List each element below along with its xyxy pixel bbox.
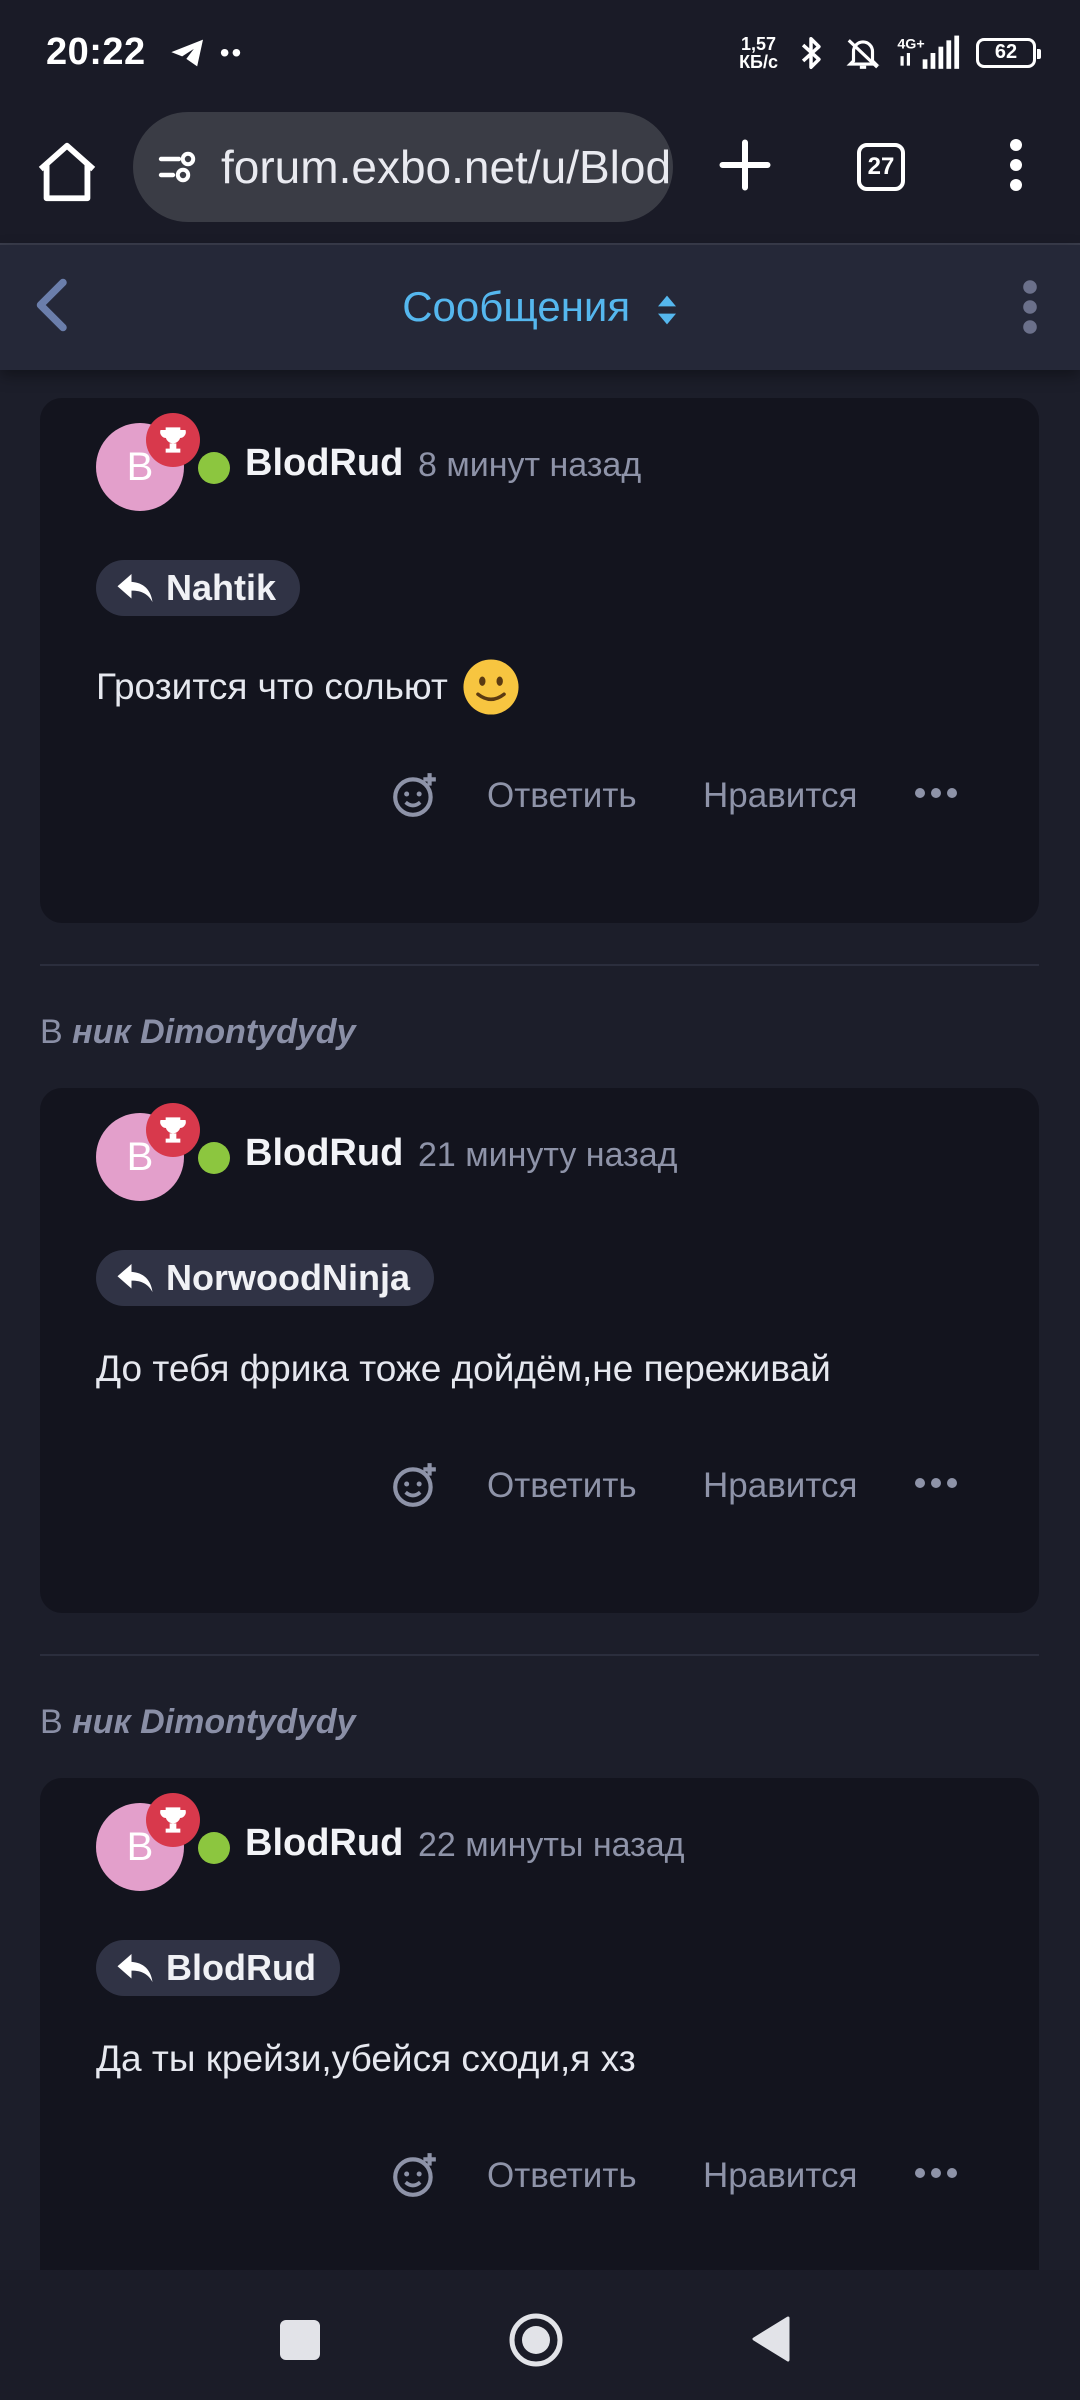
context-prefix: В [40,1013,63,1051]
signal-icon: 4G+ [897,35,960,69]
home-circle-icon[interactable] [508,2312,564,2368]
post-divider [40,1654,1039,1656]
tab-count: 27 [867,153,895,180]
network-speed-value: 1,57 [741,33,777,54]
address-bar[interactable]: forum.exbo.net/u/BlodRud [133,112,673,222]
tab-switcher-button[interactable]: 27 [857,143,905,191]
status-bar: 20:22 •• 1,57 КБ/с 4G+ 62 [0,0,1080,105]
browser-menu-icon[interactable] [996,135,1036,195]
post-divider [40,964,1039,966]
reply-mention[interactable]: Nahtik [96,560,301,616]
trophy-icon [160,1807,186,1833]
trophy-icon [160,427,186,453]
more-options-icon[interactable] [912,782,960,804]
system-navigation-bar [0,2270,1080,2400]
reply-mention[interactable]: BlodRud [96,1940,340,1996]
post-text: Грозится что сольют [96,666,448,707]
forum-header: Сообщения [0,245,1080,370]
reply-mention[interactable]: NorwoodNinja [96,1250,434,1306]
network-type: 4G+ [897,36,924,52]
post-card: B BlodRud 8 минут назад Nahtik Грозится … [40,398,1039,923]
notification-dots: •• [219,36,244,68]
reply-mention-name: NorwoodNinja [166,1257,410,1298]
home-icon[interactable] [32,137,102,207]
discussion-title[interactable]: ник Dimontydydy [72,1013,355,1051]
reply-arrow-icon [117,574,153,602]
post-actions: Ответить Нравится [40,770,1039,830]
trophy-icon [160,1117,186,1143]
reply-button[interactable]: Ответить [487,776,637,816]
network-speed-unit: КБ/с [739,51,778,72]
reply-arrow-icon [117,1954,153,1982]
discussion-context[interactable]: В ник Dimontydydy [40,1013,355,1052]
reply-button[interactable]: Ответить [487,1466,637,1506]
reply-button[interactable]: Ответить [487,2156,637,2196]
like-button[interactable]: Нравится [703,776,857,816]
post-time[interactable]: 21 минуту назад [418,1136,677,1175]
reply-arrow-icon [117,1264,153,1292]
post-time[interactable]: 22 минуты назад [418,1826,685,1865]
post-text: Да ты крейзи,убейся сходи,я хз [96,2038,636,2079]
post-card: B BlodRud 22 минуты назад BlodRud Да ты … [40,1778,1039,2270]
discussion-context[interactable]: В ник Dimontydydy [40,1703,355,1742]
browser-toolbar: forum.exbo.net/u/BlodRud 27 [0,105,1080,245]
bell-off-icon [846,38,880,69]
online-indicator [198,1832,230,1864]
recent-apps-icon[interactable] [280,2320,320,2360]
post-body: Грозится что сольют [96,658,520,716]
trophy-badge [146,1793,200,1847]
battery-icon: 62 [976,37,1041,68]
post-actions: Ответить Нравится [40,2150,1039,2210]
context-prefix: В [40,1703,63,1741]
header-menu-icon[interactable] [1010,277,1050,337]
add-reaction-icon[interactable] [390,2150,440,2200]
reply-mention-name: BlodRud [166,1947,316,1988]
post-time[interactable]: 8 минут назад [418,446,641,485]
online-indicator [198,452,230,484]
reply-mention-name: Nahtik [166,567,277,608]
battery-level: 62 [994,41,1018,63]
post-body: Да ты крейзи,убейся сходи,я хз [96,2038,636,2080]
bluetooth-icon [801,36,821,69]
status-time: 20:22 [46,31,146,73]
more-options-icon[interactable] [912,1472,960,1494]
author-name[interactable]: BlodRud [245,1132,403,1175]
discussion-title[interactable]: ник Dimontydydy [72,1703,355,1741]
network-speed: 1,57 КБ/с [739,35,778,71]
author-name[interactable]: BlodRud [245,442,403,485]
author-name[interactable]: BlodRud [245,1822,403,1865]
like-button[interactable]: Нравится [703,2156,857,2196]
like-button[interactable]: Нравится [703,1466,857,1506]
sort-icon [657,295,676,325]
url-text[interactable]: forum.exbo.net/u/BlodRud [221,140,673,194]
add-reaction-icon[interactable] [390,770,440,820]
add-reaction-icon[interactable] [390,1460,440,1510]
trophy-badge [146,1103,200,1157]
slightly-smiling-emoji-icon [463,659,519,715]
new-tab-icon[interactable] [715,135,775,195]
post-actions: Ответить Нравится [40,1460,1039,1520]
trophy-badge [146,413,200,467]
site-settings-icon[interactable] [155,143,203,191]
post-list: B BlodRud 8 минут назад Nahtik Грозится … [0,370,1080,2270]
post-body: До тебя фрика тоже дойдём,не переживай [96,1348,831,1390]
online-indicator [198,1142,230,1174]
post-text: До тебя фрика тоже дойдём,не переживай [96,1348,831,1389]
section-dropdown[interactable]: Сообщения [0,283,1080,331]
telegram-icon [171,39,203,66]
post-card: B BlodRud 21 минуту назад NorwoodNinja Д… [40,1088,1039,1613]
section-title: Сообщения [402,283,631,330]
more-options-icon[interactable] [912,2162,960,2184]
back-triangle-icon[interactable] [750,2314,792,2364]
